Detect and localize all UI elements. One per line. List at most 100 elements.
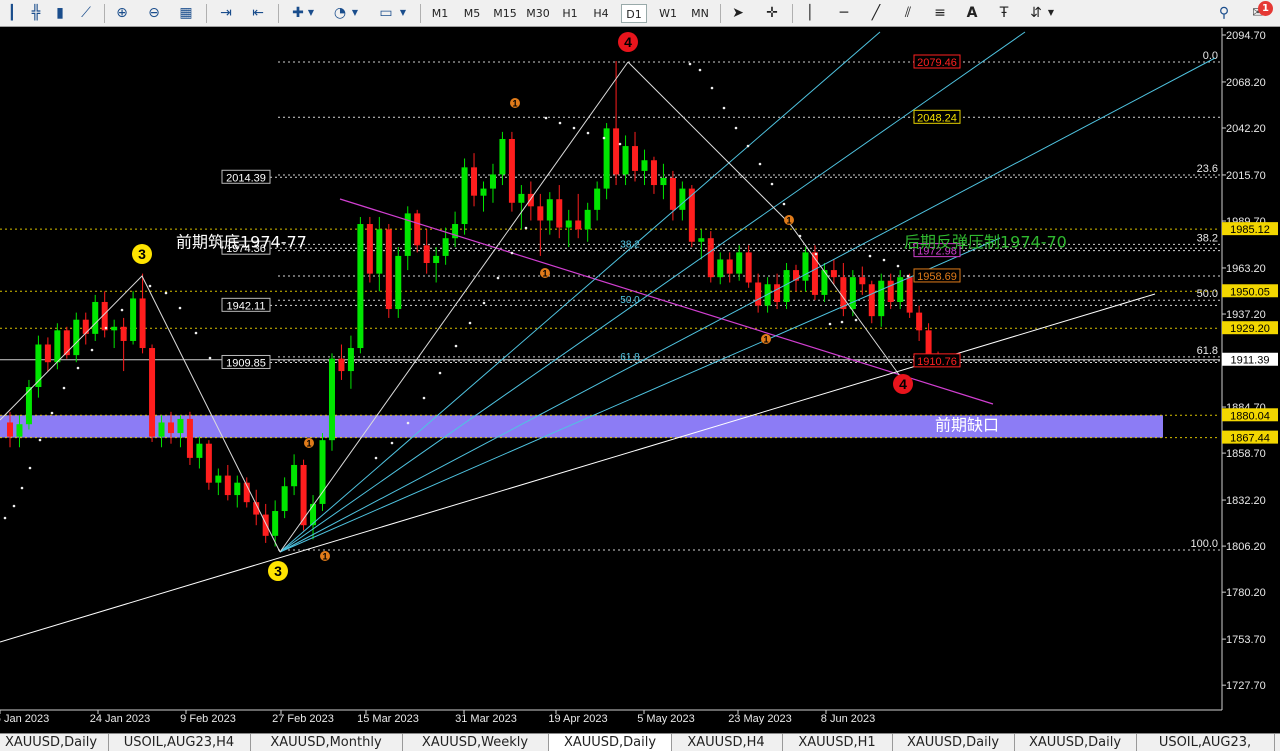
chart-tab[interactable]: XAUUSD,Weekly bbox=[402, 734, 549, 751]
current-price-tag: 1911.39 bbox=[1231, 355, 1270, 367]
timeframe-h1[interactable]: H1 bbox=[558, 4, 582, 23]
level-label-2048: 2048.24 bbox=[917, 112, 957, 124]
search-icon[interactable]: ⚲ bbox=[1214, 3, 1234, 23]
price-tick-label: 1858.70 bbox=[1226, 448, 1266, 460]
time-tick-label: 15 Mar 2023 bbox=[357, 713, 419, 725]
chart-shift-icon[interactable]: ⇤ bbox=[248, 3, 268, 23]
time-tick-label: 5 May 2023 bbox=[637, 713, 694, 725]
candle-body bbox=[395, 255, 402, 310]
price-tick-label: 1806.20 bbox=[1226, 541, 1266, 553]
parabolic-dot bbox=[62, 386, 66, 390]
chart-tab[interactable]: XAUUSD,Daily bbox=[548, 734, 672, 751]
wave-marker-label: 3 bbox=[138, 246, 146, 262]
wave-marker-label: 1 bbox=[786, 216, 791, 226]
parabolic-dot bbox=[722, 106, 726, 110]
line-chart-icon[interactable]: ⟋ bbox=[76, 3, 96, 23]
arrows-icon[interactable]: ⇵ bbox=[1026, 3, 1046, 23]
chart-background bbox=[0, 28, 1280, 733]
candle-body bbox=[158, 422, 165, 437]
text-label-icon[interactable]: Ŧ bbox=[994, 3, 1014, 23]
candle-body bbox=[849, 277, 856, 310]
candle-body bbox=[73, 319, 80, 356]
chart-tab[interactable]: XAUUSD,H4 bbox=[670, 734, 783, 751]
timeframe-m15[interactable]: M15 bbox=[490, 4, 520, 23]
candle-body bbox=[376, 229, 383, 274]
parabolic-dot bbox=[558, 121, 562, 125]
parabolic-dot bbox=[406, 421, 410, 425]
wave-marker-label: 4 bbox=[899, 376, 907, 392]
fibo-level-label: 100.0 bbox=[1190, 538, 1218, 550]
autoscroll-icon[interactable]: ⇥ bbox=[216, 3, 236, 23]
candle-body bbox=[186, 418, 193, 458]
cursor-icon[interactable]: ➤ bbox=[728, 3, 748, 23]
trendline-icon[interactable]: ╱ bbox=[866, 3, 886, 23]
timeframe-w1[interactable]: W1 bbox=[655, 4, 681, 23]
timeframe-m1[interactable]: M1 bbox=[428, 4, 452, 23]
chevron-down-icon[interactable]: ▼ bbox=[1046, 3, 1056, 23]
vertical-line-icon[interactable]: │ bbox=[800, 3, 820, 23]
chevron-down-icon[interactable]: ▼ bbox=[306, 3, 316, 23]
chevron-down-icon[interactable]: ▼ bbox=[350, 3, 360, 23]
candle-body bbox=[224, 475, 231, 496]
chart-tab[interactable]: USOIL,AUG23,H4 bbox=[108, 734, 251, 751]
timeframe-h4[interactable]: H4 bbox=[589, 4, 613, 23]
timeframe-m30[interactable]: M30 bbox=[523, 4, 553, 23]
chevron-down-icon[interactable]: ▼ bbox=[398, 3, 408, 23]
price-tag: 1950.05 bbox=[1230, 286, 1270, 298]
parabolic-dot bbox=[390, 441, 394, 445]
candle-body bbox=[698, 238, 705, 242]
parabolic-dot bbox=[374, 456, 378, 460]
parabolic-dot bbox=[840, 320, 844, 324]
level-label-1909: 1909.85 bbox=[226, 357, 266, 369]
time-tick-label: 31 Mar 2023 bbox=[455, 713, 517, 725]
timeframe-m5[interactable]: M5 bbox=[459, 4, 485, 23]
zoom-out-icon[interactable]: ⊖ bbox=[144, 3, 164, 23]
candle-body bbox=[499, 138, 506, 175]
timeframe-d1[interactable]: D1 bbox=[621, 4, 647, 23]
price-tick-label: 1963.20 bbox=[1226, 263, 1266, 275]
candle-body bbox=[650, 160, 657, 186]
parabolic-dot bbox=[782, 202, 786, 206]
chart-tab[interactable]: XAUUSD,Daily bbox=[0, 734, 109, 751]
wave-marker-label: 3 bbox=[274, 563, 282, 579]
chart-tab[interactable]: XAUUSD,Daily bbox=[1014, 734, 1137, 751]
parabolic-dot bbox=[28, 466, 32, 470]
parabolic-dot bbox=[734, 126, 738, 130]
timeframe-mn[interactable]: MN bbox=[687, 4, 713, 23]
candle-body bbox=[613, 128, 620, 175]
candle-body bbox=[518, 193, 525, 203]
candle-body bbox=[414, 213, 421, 246]
tile-windows-icon[interactable]: ▦ bbox=[176, 3, 196, 23]
candlestick-icon[interactable]: ╬ bbox=[26, 3, 46, 23]
candle-chart-icon[interactable]: ▮ bbox=[50, 3, 70, 23]
zoom-in-icon[interactable]: ⊕ bbox=[112, 3, 132, 23]
candle-body bbox=[859, 277, 866, 285]
fibo-level-label: 38.2 bbox=[1197, 232, 1218, 244]
parabolic-dot bbox=[38, 438, 42, 442]
text-icon[interactable]: A bbox=[962, 3, 982, 23]
chart-tab[interactable]: XAUUSD,H1 bbox=[782, 734, 893, 751]
fibonacci-icon[interactable]: ≡ bbox=[930, 3, 950, 23]
periods-clock-icon[interactable]: ◔ bbox=[330, 3, 350, 23]
candle-body bbox=[423, 245, 430, 264]
candle-body bbox=[556, 199, 563, 228]
price-tick-label: 2068.20 bbox=[1226, 77, 1266, 89]
templates-icon[interactable]: ▭ bbox=[376, 3, 396, 23]
equidistant-channel-icon[interactable]: ⫽ bbox=[898, 3, 918, 23]
bar-chart-icon[interactable]: ┃ bbox=[2, 3, 22, 23]
price-tick-label: 1753.70 bbox=[1226, 634, 1266, 646]
price-chart[interactable]: 前期缺口0.023.638.250.061.8100.038.250.061.8… bbox=[0, 28, 1280, 733]
candle-body bbox=[92, 301, 99, 334]
horizontal-line-icon[interactable]: ─ bbox=[834, 3, 854, 23]
parabolic-dot bbox=[12, 504, 16, 508]
indicators-icon[interactable]: ✚ bbox=[288, 3, 308, 23]
chart-tab[interactable]: XAUUSD,Monthly bbox=[250, 734, 403, 751]
crosshair-icon[interactable]: ✛ bbox=[762, 3, 782, 23]
candle-body bbox=[632, 146, 639, 171]
candle-body bbox=[707, 238, 714, 278]
candle-body bbox=[82, 319, 89, 334]
candle-body bbox=[54, 330, 61, 363]
chart-tab[interactable]: XAUUSD,Daily bbox=[892, 734, 1015, 751]
time-tick-label: 24 Jan 2023 bbox=[90, 713, 151, 725]
chart-tab[interactable]: USOIL,AUG23, bbox=[1136, 734, 1275, 751]
